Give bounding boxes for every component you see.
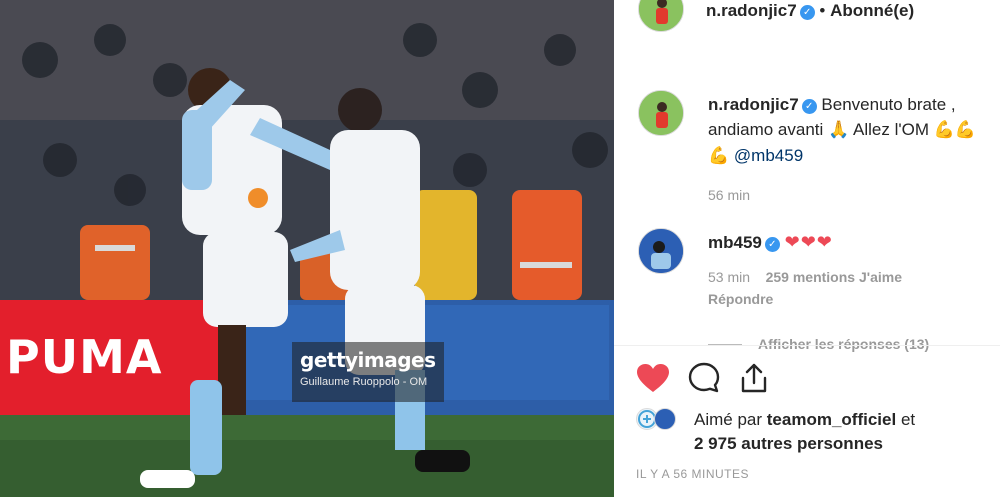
comment-username[interactable]: mb459 <box>708 233 762 252</box>
like-heart-icon[interactable] <box>636 363 670 398</box>
liker-avatar[interactable] <box>654 408 676 430</box>
action-bar <box>636 362 783 396</box>
comment-line2: andiamo avanti <box>708 120 824 139</box>
flexed-biceps-emoji-icon: 💪 <box>708 146 730 166</box>
likes-prefix: Aimé par <box>694 410 763 429</box>
mention-link[interactable]: @mb459 <box>734 146 803 165</box>
avatar-image <box>639 0 683 31</box>
post-timestamp[interactable]: IL Y A 56 MINUTES <box>636 467 749 481</box>
likes-text: Aimé par teamom_officiel et 2 975 autres… <box>694 408 915 456</box>
photo-illustration <box>0 0 614 497</box>
likes-summary: Aimé par teamom_officiel et 2 975 autres… <box>636 408 996 453</box>
comment-time: 56 min <box>708 187 751 203</box>
reply-button[interactable]: Répondre <box>708 291 773 307</box>
commenter-avatar[interactable] <box>638 90 684 136</box>
author-avatar[interactable] <box>638 0 684 32</box>
liker-account-link[interactable]: teamom_officiel <box>767 410 896 429</box>
author-username[interactable]: n.radonjic7 <box>706 1 797 20</box>
section-divider <box>614 345 1000 346</box>
comment-line1: Benvenuto brate , <box>821 95 956 114</box>
comment-line2-rest: Allez l'OM <box>853 120 929 139</box>
comment-likes-count[interactable]: 259 mentions J'aime <box>766 269 902 285</box>
follow-status-button[interactable]: Abonné(e) <box>830 1 914 20</box>
verified-badge-icon: ✓ <box>799 5 815 20</box>
post-photo[interactable]: PUMA gettyimages Guillaume Ruoppolo - OM <box>0 0 614 497</box>
comment-text: mb459 ✓ ❤❤❤ 53 min 259 mentions J'aime Ré… <box>708 230 1000 308</box>
getty-watermark: gettyimages Guillaume Ruoppolo - OM <box>292 342 444 402</box>
verified-badge-icon: ✓ <box>764 237 780 252</box>
avatar-image <box>639 91 683 135</box>
red-hearts-emoji-icon: ❤❤❤ <box>784 232 833 253</box>
sponsor-board-text: PUMA <box>6 330 163 384</box>
comment-time: 53 min <box>708 269 751 285</box>
post-details-panel: n.radonjic7 ✓ • Abonné(e) n.radonjic7 ✓ Be… <box>614 0 1000 497</box>
header-separator: • <box>819 1 826 20</box>
verified-badge-icon: ✓ <box>801 99 817 114</box>
avatar-image <box>639 229 683 273</box>
view-replies-label: Afficher les réponses (13) <box>758 336 930 352</box>
watermark-credit: Guillaume Ruoppolo - OM <box>300 376 428 388</box>
likes-conjunction: et <box>900 410 916 429</box>
share-icon[interactable] <box>739 362 769 399</box>
commenter-avatar[interactable] <box>638 228 684 274</box>
flexed-biceps-emoji-icon: 💪💪 <box>933 120 977 140</box>
comment-bubble-icon[interactable] <box>688 362 720 399</box>
other-likers-link[interactable]: 2 975 autres personnes <box>694 434 883 453</box>
header-line: n.radonjic7 ✓ • Abonné(e) <box>706 1 914 21</box>
comment-text: n.radonjic7 ✓ Benvenuto brate , andiamo a… <box>708 92 1000 208</box>
watermark-brand: gettyimages <box>300 348 436 372</box>
view-replies-button[interactable]: Afficher les réponses (13) <box>708 336 929 352</box>
comment-username[interactable]: n.radonjic7 <box>708 95 799 114</box>
post-header: n.radonjic7 ✓ • Abonné(e) <box>614 0 1000 36</box>
folded-hands-emoji-icon: 🙏 <box>828 120 850 140</box>
